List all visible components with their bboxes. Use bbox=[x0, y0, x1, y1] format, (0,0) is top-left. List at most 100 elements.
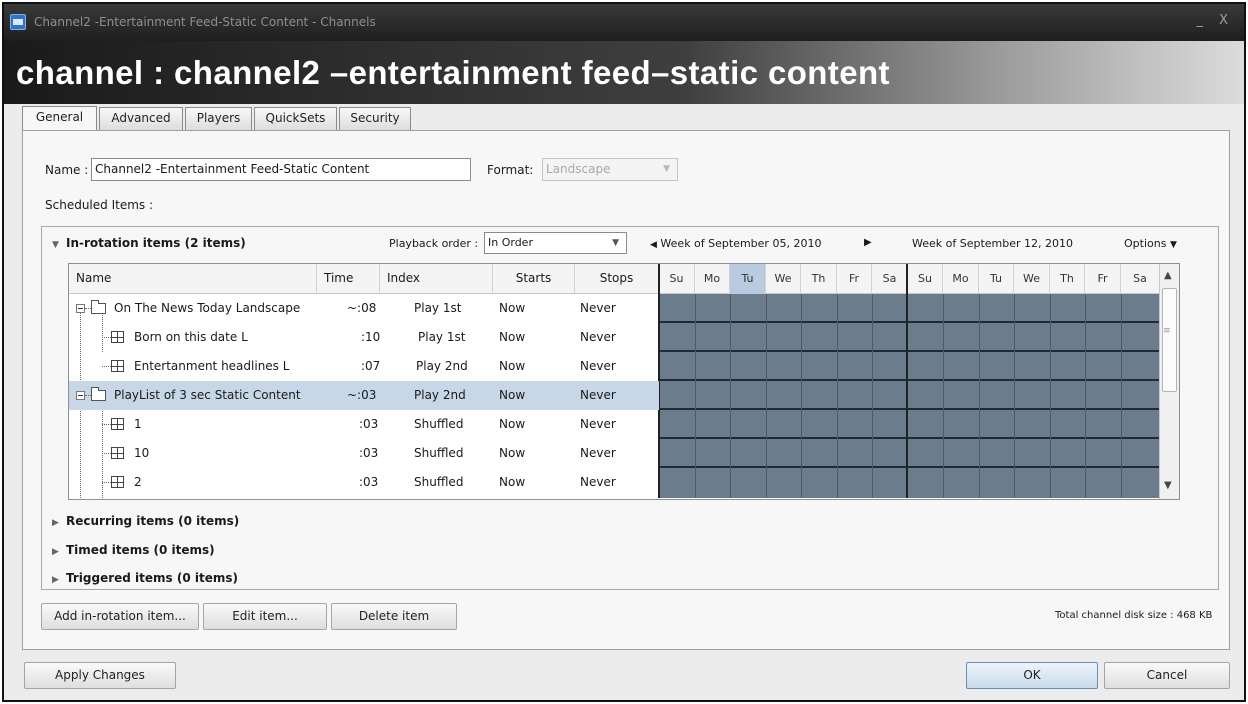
tab-security[interactable]: Security bbox=[339, 107, 411, 130]
cancel-button[interactable]: Cancel bbox=[1104, 662, 1230, 689]
chevron-down-icon: ▼ bbox=[612, 238, 619, 248]
disk-size-label: Total channel disk size : 468 KB bbox=[1055, 610, 1213, 621]
scheduled-items-box: ▼ In-rotation items (2 items) Playback or… bbox=[41, 226, 1219, 590]
week-separator bbox=[906, 264, 908, 498]
options-menu[interactable]: Options ▼ bbox=[1124, 237, 1177, 250]
grid-item-icon bbox=[111, 331, 124, 343]
row-stops: Never bbox=[580, 301, 616, 315]
in-rotation-grid: Name Time Index Starts Stops Su Mo Tu We… bbox=[68, 263, 1180, 500]
schedule-calendar[interactable] bbox=[659, 294, 1159, 498]
week2-label: Week of September 12, 2010 bbox=[912, 237, 1074, 250]
day-header-today: Tu bbox=[730, 264, 766, 294]
channel-banner: channel : channel2 –entertainment feed–s… bbox=[4, 41, 1244, 104]
table-row-selected[interactable]: PlayList of 3 sec Static Content ~:03 Pl… bbox=[69, 381, 659, 410]
calendar-divider bbox=[695, 294, 696, 498]
column-header-time[interactable]: Time bbox=[317, 264, 380, 294]
day-header: Fr bbox=[1085, 264, 1121, 294]
recurring-title: Recurring items (0 items) bbox=[66, 514, 240, 528]
general-panel: Name : Channel2 -Entertainment Feed-Stat… bbox=[22, 130, 1230, 650]
grip-icon: ≡ bbox=[1163, 326, 1171, 336]
next-week-icon[interactable]: ▶ bbox=[864, 237, 872, 248]
row-name: Entertanment headlines L bbox=[134, 359, 290, 373]
collapse-icon[interactable] bbox=[76, 304, 85, 313]
calendar-divider bbox=[1085, 294, 1086, 498]
table-row[interactable]: On The News Today Landscape ~:08 Play 1s… bbox=[69, 294, 659, 323]
window-title: Channel2 -Entertainment Feed-Static Cont… bbox=[34, 15, 376, 29]
scroll-down-icon[interactable]: ▼ bbox=[1164, 480, 1172, 491]
edit-item-button[interactable]: Edit item... bbox=[203, 603, 327, 630]
timed-items-header[interactable]: ▶ Timed items (0 items) bbox=[52, 543, 215, 557]
week-previous[interactable]: ◀ Week of September 05, 2010 bbox=[650, 237, 821, 250]
tree-line bbox=[102, 337, 111, 338]
row-name: 1 bbox=[134, 417, 142, 431]
recurring-items-header[interactable]: ▶ Recurring items (0 items) bbox=[52, 514, 239, 528]
table-row[interactable]: 2 :03 Shuffled Now Never bbox=[69, 468, 659, 497]
table-row[interactable]: 1 :03 Shuffled Now Never bbox=[69, 410, 659, 439]
day-header: Su bbox=[659, 264, 695, 294]
scheduled-items-label: Scheduled Items : bbox=[45, 198, 153, 212]
day-header: Su bbox=[908, 264, 943, 294]
row-time: :03 bbox=[359, 475, 379, 489]
in-rotation-header[interactable]: ▼ In-rotation items (2 items) bbox=[52, 236, 246, 250]
scroll-thumb[interactable] bbox=[1162, 288, 1177, 392]
table-row[interactable]: Entertanment headlines L :07 Play 2nd No… bbox=[69, 352, 659, 381]
scroll-up-icon[interactable]: ▲ bbox=[1164, 270, 1172, 281]
tree-line bbox=[102, 366, 111, 367]
calendar-divider bbox=[801, 294, 802, 498]
options-label: Options bbox=[1124, 237, 1167, 250]
delete-item-button[interactable]: Delete item bbox=[331, 603, 457, 630]
column-header-index[interactable]: Index bbox=[380, 264, 493, 294]
row-starts: Now bbox=[499, 388, 526, 402]
name-input[interactable]: Channel2 -Entertainment Feed-Static Cont… bbox=[91, 158, 471, 181]
calendar-divider bbox=[766, 294, 767, 498]
table-row[interactable]: 10 :03 Shuffled Now Never bbox=[69, 439, 659, 468]
prev-week-icon[interactable]: ◀ bbox=[650, 240, 657, 250]
apply-changes-button[interactable]: Apply Changes bbox=[24, 662, 176, 689]
row-starts: Now bbox=[499, 330, 526, 344]
calendar-divider bbox=[1014, 294, 1015, 498]
expand-triangle-icon: ▶ bbox=[52, 518, 59, 528]
playback-order-select[interactable]: In Order ▼ bbox=[484, 232, 627, 254]
grid-item-icon bbox=[111, 447, 124, 459]
add-in-rotation-item-button[interactable]: Add in-rotation item... bbox=[41, 603, 199, 630]
tab-quicksets[interactable]: QuickSets bbox=[254, 107, 337, 130]
channel-window: Channel2 -Entertainment Feed-Static Cont… bbox=[2, 2, 1246, 702]
column-header-stops[interactable]: Stops bbox=[575, 264, 659, 294]
ok-button[interactable]: OK bbox=[966, 662, 1098, 689]
row-index: Play 1st bbox=[414, 301, 462, 315]
format-value: Landscape bbox=[546, 162, 611, 176]
row-index: Shuffled bbox=[414, 475, 464, 489]
row-time: :03 bbox=[359, 446, 379, 460]
chevron-down-icon: ▼ bbox=[1169, 240, 1177, 250]
vertical-scrollbar[interactable]: ▲ ≡ ▼ bbox=[1159, 264, 1179, 499]
format-label: Format: bbox=[487, 163, 534, 177]
folder-icon bbox=[91, 387, 106, 401]
tab-advanced[interactable]: Advanced bbox=[99, 107, 183, 130]
tree-line bbox=[102, 424, 111, 425]
row-time: :10 bbox=[361, 330, 381, 344]
column-header-name[interactable]: Name bbox=[69, 264, 317, 294]
row-time: :07 bbox=[361, 359, 381, 373]
row-time: ~:08 bbox=[347, 301, 377, 315]
table-row[interactable]: Born on this date L :10 Play 1st Now Nev… bbox=[69, 323, 659, 352]
row-name: 2 bbox=[134, 475, 142, 489]
collapse-icon[interactable] bbox=[76, 391, 85, 400]
calendar-row bbox=[659, 468, 1159, 497]
tab-players[interactable]: Players bbox=[185, 107, 252, 130]
tab-general[interactable]: General bbox=[22, 106, 97, 131]
row-starts: Now bbox=[499, 359, 526, 373]
row-index: Shuffled bbox=[414, 417, 464, 431]
row-stops: Never bbox=[580, 446, 616, 460]
window-controls[interactable]: _ X bbox=[1196, 13, 1234, 28]
row-starts: Now bbox=[499, 417, 526, 431]
day-header: Th bbox=[801, 264, 837, 294]
column-header-starts[interactable]: Starts bbox=[493, 264, 575, 294]
folder-icon bbox=[91, 300, 106, 314]
day-header: Fr bbox=[837, 264, 872, 294]
calendar-divider bbox=[943, 294, 944, 498]
day-header: Th bbox=[1050, 264, 1085, 294]
day-header: Tu bbox=[979, 264, 1014, 294]
triggered-items-header[interactable]: ▶ Triggered items (0 items) bbox=[52, 571, 238, 585]
calendar-row bbox=[659, 352, 1159, 381]
expand-triangle-icon: ▶ bbox=[52, 575, 59, 585]
